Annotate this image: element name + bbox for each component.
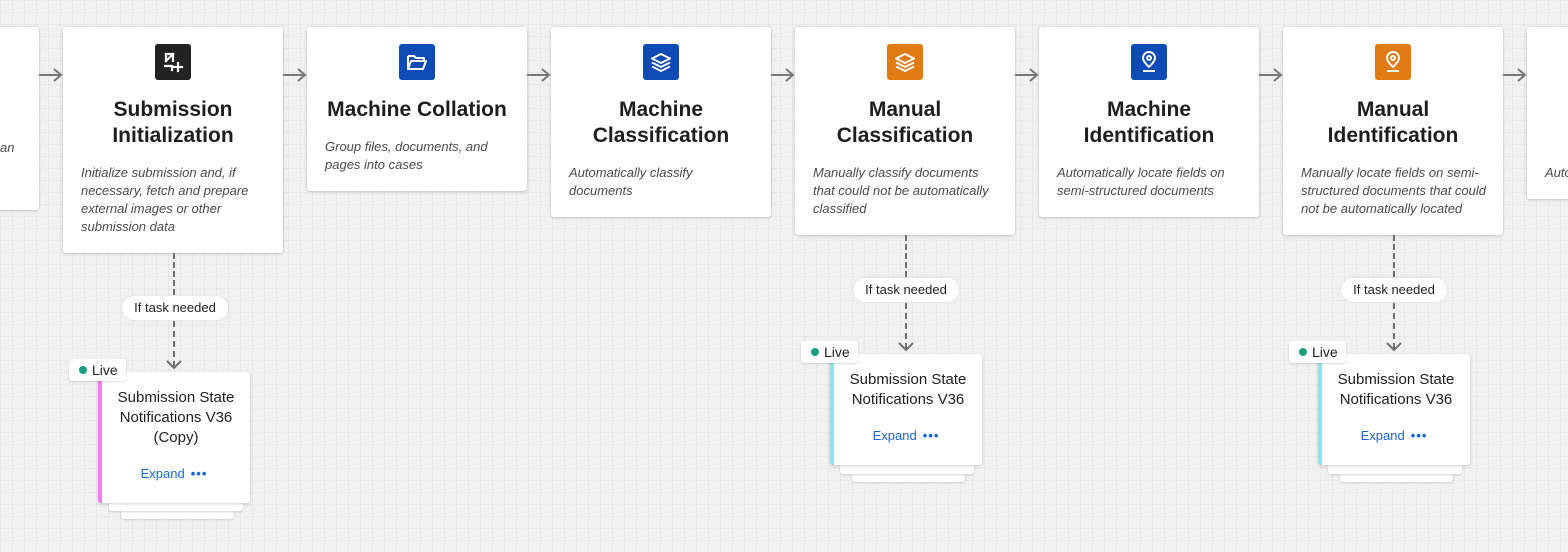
stage-card-machine-identification[interactable]: Machine Identification Automatically loc…: [1039, 27, 1259, 217]
stage-description: Manually classify documents that could n…: [813, 165, 989, 216]
expand-link[interactable]: Expand •••: [830, 428, 982, 443]
stage-card-machine-collation[interactable]: Machine Collation Group files, documents…: [307, 27, 527, 191]
live-status-dot: [1299, 348, 1307, 357]
dashed-connector: [173, 253, 175, 295]
expand-link[interactable]: Expand •••: [98, 466, 250, 481]
flow-arrow: [771, 67, 795, 83]
stage-card-submission-initialization[interactable]: Submission Initialization Initialize sub…: [63, 27, 283, 253]
stage-card-manual-identification[interactable]: Manual Identification Manually locate fi…: [1283, 27, 1503, 235]
stage-card-partial-left[interactable]: an: [0, 27, 39, 210]
stage-card-manual-classification[interactable]: Manual Classification Manually classify …: [795, 27, 1015, 235]
dashed-connector: [905, 235, 907, 277]
stage-title: Machine Collation: [327, 98, 507, 121]
status-badge: Live: [69, 359, 126, 381]
task-accent-bar: [1318, 354, 1322, 465]
task-title: Submission State Notifications V36: [1337, 371, 1455, 408]
chevron-down-icon: [1386, 342, 1402, 352]
stage-description: Group files, documents, and pages into c…: [325, 139, 488, 172]
status-badge: Live: [801, 341, 858, 363]
expand-link[interactable]: Expand •••: [1318, 428, 1470, 443]
if-task-needed-label: If task needed: [1341, 278, 1447, 302]
stage-card-partial-right[interactable]: Auto: [1527, 27, 1568, 199]
more-options-icon[interactable]: •••: [191, 466, 208, 481]
stage-description: Initialize submission and, if necessary,…: [81, 165, 249, 234]
stage-description: an: [0, 140, 15, 155]
if-task-needed-label: If task needed: [853, 278, 959, 302]
chevron-down-icon: [166, 360, 182, 370]
chevron-down-icon: [898, 342, 914, 352]
status-label: Live: [1312, 344, 1338, 360]
live-status-dot: [79, 366, 87, 375]
stage-title: Machine Identification: [1083, 98, 1215, 147]
layers-icon: [887, 44, 923, 80]
stage-title: Machine Classification: [592, 98, 730, 147]
task-title: Submission State Notifications V36: [849, 371, 967, 408]
flow-arrow: [283, 67, 307, 83]
expand-label: Expand: [140, 466, 185, 481]
if-task-needed-label: If task needed: [122, 296, 228, 320]
flow-arrow: [1259, 67, 1283, 83]
task-accent-bar: [830, 354, 834, 465]
task-title: Submission State Notifications V36 (Copy…: [117, 389, 235, 446]
stage-description: Automatically locate fields on semi-stru…: [1057, 165, 1225, 198]
task-card-notifications[interactable]: Submission State Notifications V36 Expan…: [1318, 354, 1470, 465]
stage-description: Auto: [1545, 165, 1568, 180]
layers-icon: [643, 44, 679, 80]
folder-open-icon: [399, 44, 435, 80]
expand-label: Expand: [1360, 428, 1405, 443]
more-options-icon[interactable]: •••: [923, 428, 940, 443]
more-options-icon[interactable]: •••: [1411, 428, 1428, 443]
status-badge: Live: [1289, 341, 1346, 363]
location-pin-icon: [1131, 44, 1167, 80]
stage-title: Manual Identification: [1327, 98, 1459, 147]
live-status-dot: [811, 348, 819, 357]
stage-title: Manual Classification: [836, 98, 974, 147]
flow-arrow: [527, 67, 551, 83]
stage-card-machine-classification[interactable]: Machine Classification Automatically cla…: [551, 27, 771, 217]
stage-title: Submission Initialization: [112, 98, 234, 147]
status-label: Live: [824, 344, 850, 360]
expand-label: Expand: [872, 428, 917, 443]
flow-arrow: [1503, 67, 1527, 83]
flow-arrow: [39, 67, 63, 83]
task-accent-bar: [98, 372, 102, 503]
dashed-connector: [1393, 235, 1395, 277]
task-card-notifications-copy[interactable]: Submission State Notifications V36 (Copy…: [98, 372, 250, 503]
stage-description: Manually locate fields on semi-structure…: [1301, 165, 1486, 216]
location-pin-icon: [1375, 44, 1411, 80]
flow-arrow: [1015, 67, 1039, 83]
status-label: Live: [92, 362, 118, 378]
stage-description: Automatically classify documents: [569, 165, 693, 198]
transform-icon: [155, 44, 191, 80]
task-card-notifications[interactable]: Submission State Notifications V36 Expan…: [830, 354, 982, 465]
workflow-canvas: an Submission Initialization Initialize …: [0, 0, 1568, 552]
